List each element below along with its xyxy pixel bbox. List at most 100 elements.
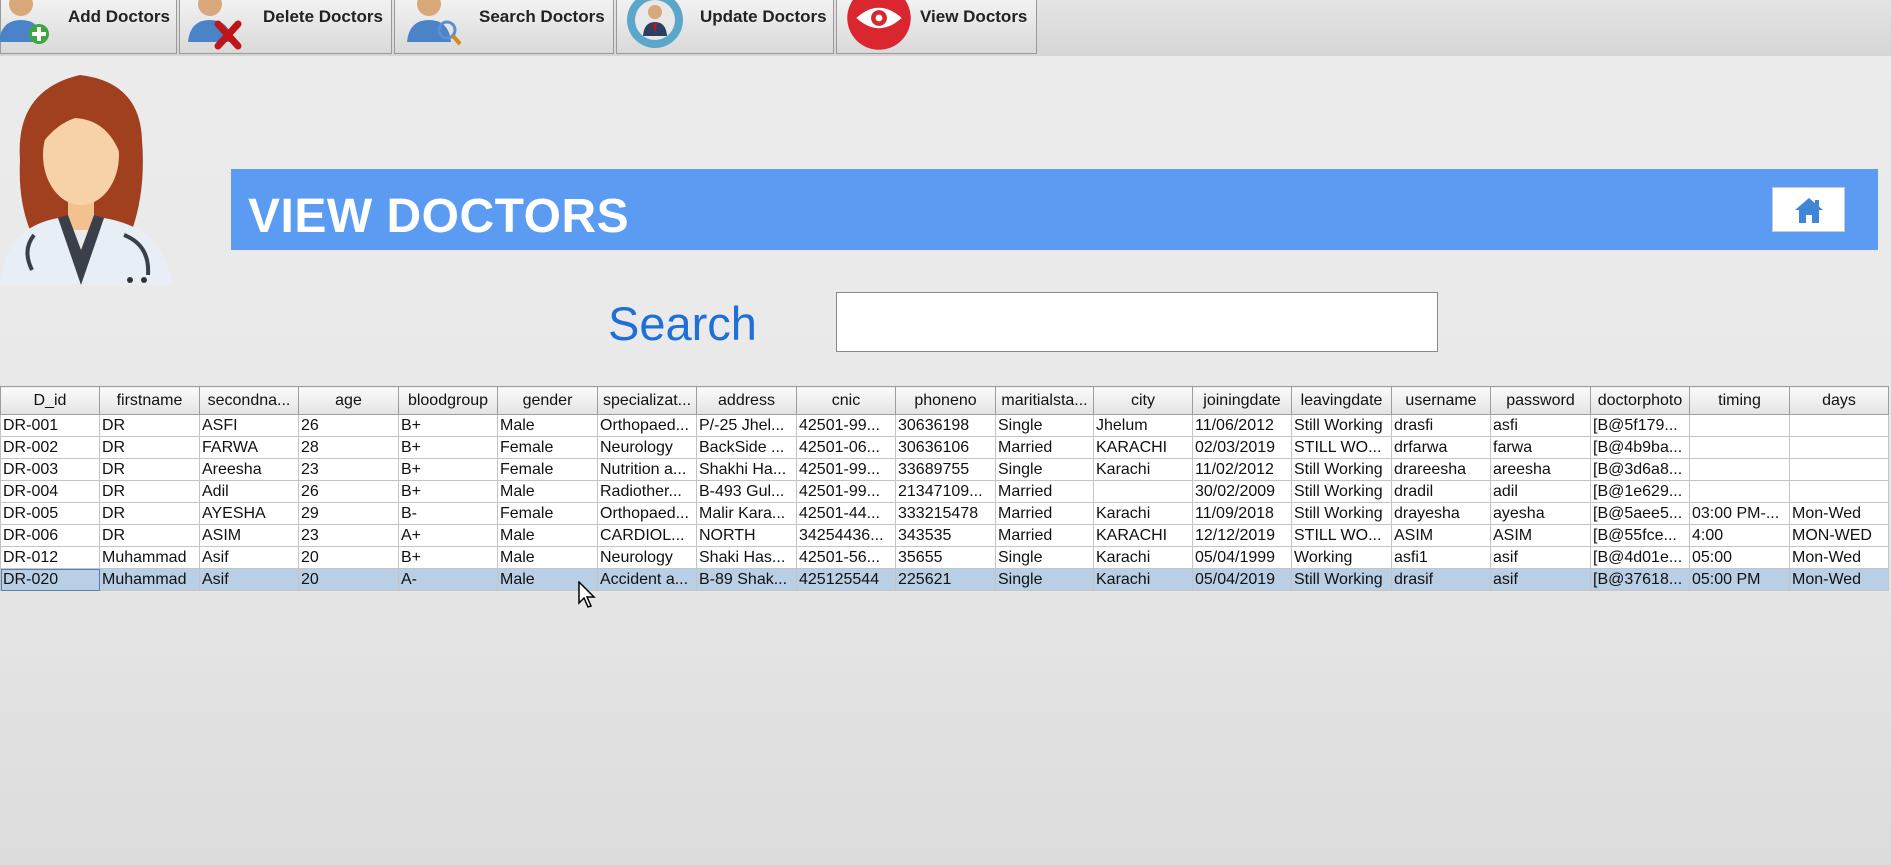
table-cell[interactable]: DR [99,458,200,481]
table-cell[interactable]: [B@5aee5... [1590,502,1690,525]
table-cell[interactable]: A+ [398,524,498,547]
column-header[interactable]: cnic [796,386,896,415]
table-cell[interactable]: Malir Kara... [696,502,797,525]
table-cell[interactable]: B+ [398,436,498,459]
table-cell[interactable]: ayesha [1490,502,1591,525]
table-cell[interactable]: asfi1 [1391,546,1491,569]
table-cell[interactable]: 11/06/2012 [1192,414,1292,437]
table-cell[interactable]: B- [398,502,498,525]
table-cell[interactable]: adil [1490,480,1591,503]
table-row[interactable]: DR-002 DR FARWA 28 B+ Female Neurology BackSide… [0,436,1889,459]
table-cell[interactable]: 42501-99... [796,414,896,437]
table-cell[interactable]: drayesha [1391,502,1491,525]
table-cell[interactable]: B+ [398,458,498,481]
table-cell[interactable]: 26 [298,480,399,503]
table-cell[interactable]: 12/12/2019 [1192,524,1292,547]
table-cell[interactable]: 28 [298,436,399,459]
table-cell[interactable]: Married [995,480,1094,503]
table-cell[interactable]: KARACHI [1093,524,1193,547]
table-cell[interactable]: ASIM [1490,524,1591,547]
table-cell[interactable]: Jhelum [1093,414,1193,437]
table-cell[interactable]: 4:00 [1689,524,1790,547]
table-cell[interactable]: Asif [199,546,299,569]
table-cell[interactable]: Neurology [597,546,697,569]
table-cell[interactable]: FARWA [199,436,299,459]
table-cell[interactable]: 30636106 [895,436,996,459]
column-header[interactable]: doctorphoto [1590,386,1690,415]
home-button[interactable] [1772,187,1845,232]
table-cell[interactable]: Working [1291,546,1392,569]
column-header[interactable]: leavingdate [1291,386,1392,415]
table-cell[interactable]: STILL WO... [1291,436,1392,459]
table-cell[interactable]: Mon-Wed [1789,502,1889,525]
table-cell[interactable]: 23 [298,458,399,481]
table-cell[interactable]: 425125544 [796,568,896,591]
table-cell[interactable]: DR-006 [0,524,100,547]
table-cell[interactable]: [B@37618... [1590,568,1690,591]
table-cell[interactable]: [B@3d6a8... [1590,458,1690,481]
table-cell[interactable]: DR [99,502,200,525]
table-cell[interactable]: MON-WED [1789,524,1889,547]
table-cell[interactable]: DR-001 [0,414,100,437]
table-cell[interactable] [1789,458,1889,481]
table-cell[interactable]: DR [99,414,200,437]
table-cell[interactable]: Karachi [1093,568,1193,591]
table-cell[interactable]: drasfi [1391,414,1491,437]
table-cell[interactable]: Muhammad [99,546,200,569]
column-header[interactable]: bloodgroup [398,386,498,415]
table-cell[interactable]: Single [995,458,1094,481]
table-cell[interactable]: [B@55fce... [1590,524,1690,547]
table-cell[interactable]: DR [99,524,200,547]
column-header[interactable]: days [1789,386,1889,415]
table-cell[interactable]: 42501-06... [796,436,896,459]
table-cell[interactable] [1789,480,1889,503]
table-cell[interactable]: Still Working [1291,480,1392,503]
table-cell[interactable]: Married [995,436,1094,459]
table-cell[interactable]: Single [995,546,1094,569]
column-header[interactable]: joiningdate [1192,386,1292,415]
table-cell[interactable]: Asif [199,568,299,591]
delete-doctors-button[interactable]: Delete Doctors [179,0,392,54]
column-header[interactable]: maritialsta... [995,386,1094,415]
column-header[interactable]: phoneno [895,386,996,415]
table-cell[interactable]: 42501-44... [796,502,896,525]
table-cell[interactable]: Female [497,436,598,459]
table-cell[interactable]: Single [995,568,1094,591]
table-row[interactable]: DR-005 DR AYESHA 29 B- Female Orthopaed... Mali… [0,502,1889,525]
table-cell[interactable]: B-89 Shak... [696,568,797,591]
table-cell[interactable] [1689,414,1790,437]
table-cell[interactable]: areesha [1490,458,1591,481]
table-cell[interactable] [1689,458,1790,481]
table-cell[interactable]: 11/02/2012 [1192,458,1292,481]
table-cell[interactable]: STILL WO... [1291,524,1392,547]
table-cell[interactable]: Still Working [1291,502,1392,525]
column-header[interactable]: timing [1689,386,1790,415]
table-cell[interactable]: Male [497,414,598,437]
table-cell[interactable]: DR-012 [0,546,100,569]
table-cell[interactable]: DR-020 [0,568,100,591]
table-cell[interactable]: [B@4d01e... [1590,546,1690,569]
table-cell[interactable]: 03:00 PM-... [1689,502,1790,525]
table-cell[interactable]: Accident a... [597,568,697,591]
table-cell[interactable]: A- [398,568,498,591]
table-cell[interactable]: Female [497,502,598,525]
table-cell[interactable]: DR-004 [0,480,100,503]
table-cell[interactable]: asfi [1490,414,1591,437]
table-cell[interactable]: 26 [298,414,399,437]
table-cell[interactable]: [B@5f179... [1590,414,1690,437]
table-cell[interactable]: DR [99,480,200,503]
table-cell[interactable]: [B@4b9ba... [1590,436,1690,459]
table-cell[interactable]: 42501-99... [796,458,896,481]
table-cell[interactable]: 33689755 [895,458,996,481]
table-cell[interactable]: farwa [1490,436,1591,459]
table-cell[interactable]: drasif [1391,568,1491,591]
table-row[interactable]: DR-001 DR ASFI 26 B+ Male Orthopaed... P/-25 Jh… [0,414,1889,437]
table-cell[interactable]: 34254436... [796,524,896,547]
table-cell[interactable]: 225621 [895,568,996,591]
table-cell[interactable]: 20 [298,568,399,591]
table-cell[interactable]: 42501-99... [796,480,896,503]
table-cell[interactable]: AYESHA [199,502,299,525]
table-cell[interactable]: Still Working [1291,568,1392,591]
column-header[interactable]: secondna... [199,386,299,415]
table-cell[interactable]: 20 [298,546,399,569]
